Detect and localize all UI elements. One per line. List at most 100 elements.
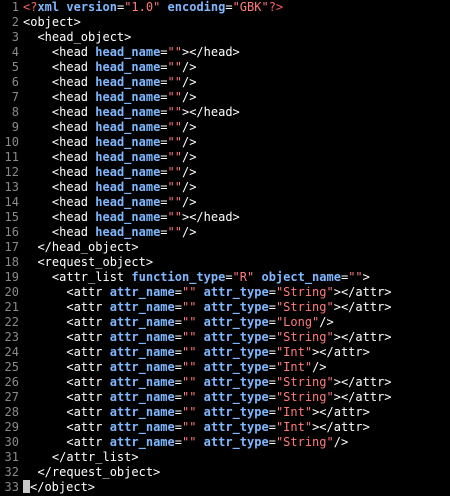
token-eq: = xyxy=(174,285,182,299)
token-tag: ></attr> xyxy=(333,330,392,344)
token-tag: ></head> xyxy=(181,45,240,59)
token-attr: attr_name xyxy=(109,435,175,449)
token-pi: ?> xyxy=(268,0,284,14)
token-tag: <attr_list xyxy=(51,270,132,284)
code-line[interactable]: 3 <head_object> xyxy=(0,30,450,45)
token-tag: <head xyxy=(51,225,96,239)
line-number: 24 xyxy=(4,345,19,359)
token-eq: = xyxy=(174,375,182,389)
code-line[interactable]: 6 <head head_name=""/> xyxy=(0,75,450,90)
code-line[interactable]: 17 </head_object> xyxy=(0,240,450,255)
token-tag xyxy=(196,300,203,314)
code-line[interactable]: 21 <attr attr_name="" attr_type="String"… xyxy=(0,300,450,315)
code-line[interactable]: 9 <head head_name=""/> xyxy=(0,120,450,135)
token-eq: = xyxy=(268,300,276,314)
code-text: <head head_name=""/> xyxy=(23,195,450,210)
code-line[interactable]: 8 <head head_name=""></head> xyxy=(0,105,450,120)
code-text: <head head_name=""/> xyxy=(23,60,450,75)
token-val: "" xyxy=(181,420,197,434)
code-line[interactable]: 16 <head head_name=""/> xyxy=(0,225,450,240)
token-tag: <head xyxy=(51,60,96,74)
token-val: "" xyxy=(181,300,197,314)
code-text: </object> xyxy=(23,480,450,495)
line-number: 7 xyxy=(11,90,19,104)
token-tag: <head xyxy=(51,120,96,134)
code-line[interactable]: 14 <head head_name=""/> xyxy=(0,195,450,210)
line-number: 14 xyxy=(4,195,19,209)
code-line[interactable]: 23 <attr attr_name="" attr_type="String"… xyxy=(0,330,450,345)
token-attr: head_name xyxy=(95,120,161,134)
token-attr: head_name xyxy=(95,90,161,104)
token-attr: attr_name xyxy=(109,375,175,389)
code-line[interactable]: 30 <attr attr_name="" attr_type="String"… xyxy=(0,435,450,450)
code-line[interactable]: 20 <attr attr_name="" attr_type="String"… xyxy=(0,285,450,300)
token-tag: <attr xyxy=(66,345,110,359)
line-number: 8 xyxy=(11,105,19,119)
code-line[interactable]: 5 <head head_name=""/> xyxy=(0,60,450,75)
code-line[interactable]: 29 <attr attr_name="" attr_type="Int"></… xyxy=(0,420,450,435)
token-tag: <head xyxy=(51,180,96,194)
token-tag: ></head> xyxy=(181,210,240,224)
line-number: 16 xyxy=(4,225,19,239)
code-text: </attr_list> xyxy=(23,450,450,465)
token-val: "GBK" xyxy=(232,0,269,14)
token-tag: > xyxy=(362,270,370,284)
code-line[interactable]: 31 </attr_list> xyxy=(0,450,450,465)
token-val: "" xyxy=(181,330,197,344)
code-line[interactable]: 1 <?xml version="1.0" encoding="GBK"?> xyxy=(0,0,450,15)
code-line[interactable]: 10 <head head_name=""/> xyxy=(0,135,450,150)
code-line[interactable]: 26 <attr attr_name="" attr_type="String"… xyxy=(0,375,450,390)
token-val: "" xyxy=(167,75,182,89)
code-line[interactable]: 18 <request_object> xyxy=(0,255,450,270)
token-attr: attr_type xyxy=(203,360,269,374)
token-tag: <attr xyxy=(66,300,110,314)
token-tag: ></head> xyxy=(181,105,240,119)
token-tag: </object> xyxy=(30,480,96,494)
token-eq: = xyxy=(160,210,168,224)
code-line[interactable]: 24 <attr attr_name="" attr_type="Int"></… xyxy=(0,345,450,360)
code-text: <head head_name=""/> xyxy=(23,120,450,135)
token-attr: head_name xyxy=(95,75,161,89)
code-line[interactable]: 15 <head head_name=""></head> xyxy=(0,210,450,225)
line-number: 31 xyxy=(4,450,19,464)
code-line[interactable]: 19 <attr_list function_type="R" object_n… xyxy=(0,270,450,285)
code-line[interactable]: 25 <attr attr_name="" attr_type="Int"/> xyxy=(0,360,450,375)
code-line[interactable]: 12 <head head_name=""/> xyxy=(0,165,450,180)
code-line[interactable]: 4 <head head_name=""></head> xyxy=(0,45,450,60)
token-attr: head_name xyxy=(95,45,161,59)
token-tag: <head xyxy=(51,135,96,149)
code-line[interactable]: 13 <head head_name=""/> xyxy=(0,180,450,195)
token-val: "String" xyxy=(275,330,334,344)
line-number: 19 xyxy=(4,270,19,284)
code-text: <attr attr_name="" attr_type="String"></… xyxy=(23,300,450,315)
code-editor[interactable]: 1 <?xml version="1.0" encoding="GBK"?> 2 <o… xyxy=(0,0,450,496)
token-val: "" xyxy=(167,180,182,194)
token-tag: <request_object> xyxy=(37,255,154,269)
code-line[interactable]: 27 <attr attr_name="" attr_type="String"… xyxy=(0,390,450,405)
token-eq: = xyxy=(160,45,168,59)
token-attr: attr_type xyxy=(203,300,269,314)
code-line[interactable]: 32 </request_object> xyxy=(0,465,450,480)
code-line[interactable]: 2 <object> xyxy=(0,15,450,30)
code-line[interactable]: 33 </object> xyxy=(0,480,450,495)
code-line[interactable]: 7 <head head_name=""/> xyxy=(0,90,450,105)
token-eq: = xyxy=(160,135,168,149)
code-line[interactable]: 22 <attr attr_name="" attr_type="Long"/> xyxy=(0,315,450,330)
code-text: <head head_name=""/> xyxy=(23,180,450,195)
token-eq: = xyxy=(174,300,182,314)
code-text: </request_object> xyxy=(23,465,450,480)
token-tag xyxy=(196,405,203,419)
code-line[interactable]: 11 <head head_name=""/> xyxy=(0,150,450,165)
token-val: "" xyxy=(167,90,182,104)
line-number: 23 xyxy=(4,330,19,344)
token-eq: = xyxy=(160,60,168,74)
code-line[interactable]: 28 <attr attr_name="" attr_type="Int"></… xyxy=(0,405,450,420)
